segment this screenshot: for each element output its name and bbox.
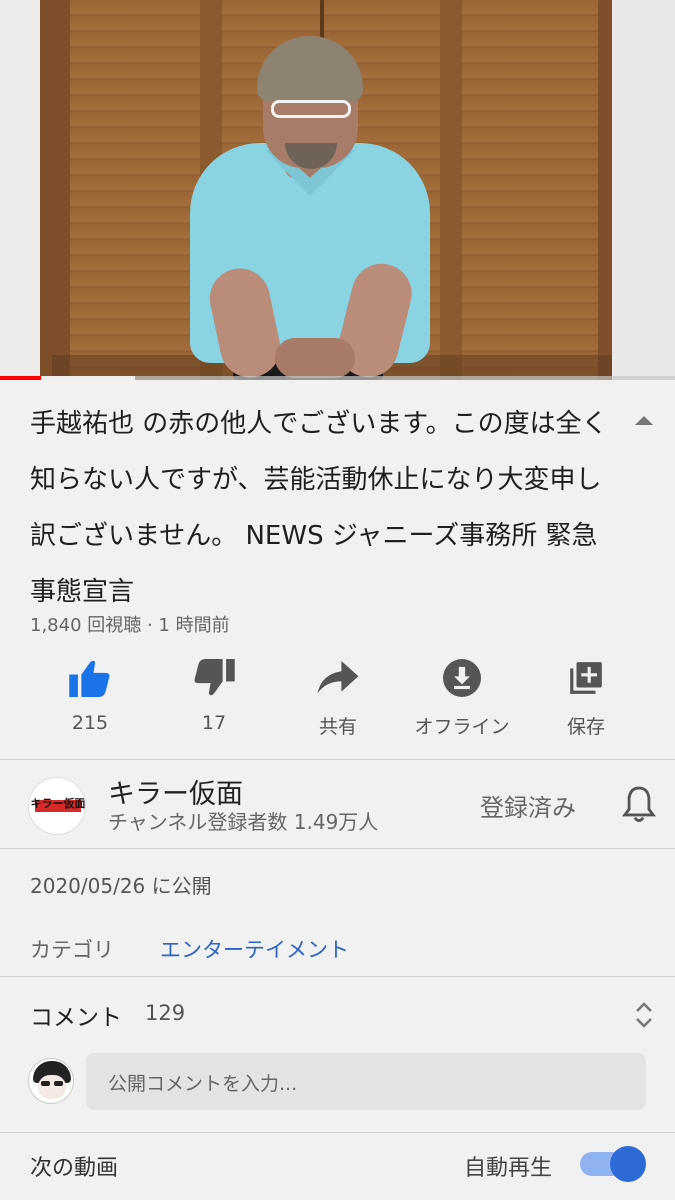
playlist-add-icon [564,656,608,700]
video-frame-door-stile [440,0,462,380]
channel-avatar-logo: キラー仮面 [30,797,86,810]
divider [0,976,675,977]
share-arrow-icon [316,656,360,700]
channel-avatar[interactable]: キラー仮面 [28,777,86,835]
view-meta: 1,840 回視聴 · 1 時間前 [30,615,230,636]
like-button[interactable]: 215 [28,656,152,746]
user-avatar-face [38,1075,66,1099]
person-hair [257,36,363,102]
share-label: 共有 [318,716,357,738]
divider [0,848,675,849]
save-button[interactable]: 保存 [524,656,648,746]
publish-date: 2020/05/26 に公開 [30,874,212,898]
person-hands [275,338,355,378]
channel-subscriber-count: チャンネル登録者数 1.49万人 [108,810,379,834]
video-frame-person [185,36,435,380]
comment-input[interactable]: 公開コメントを入力... [86,1053,646,1110]
up-next-label: 次の動画 [30,1156,119,1181]
category-label: カテゴリ [30,938,114,962]
progress-played [0,376,41,380]
save-label: 保存 [566,716,605,738]
video-frame-door-frame [40,0,70,380]
user-avatar-eye [41,1081,50,1086]
video-player[interactable] [0,0,675,380]
action-bar: 215 17 共有 オフライン 保存 [28,656,648,746]
comments-count: 129 [145,1001,186,1025]
subscribed-button[interactable]: 登録済み [480,788,576,823]
dislike-button[interactable]: 17 [152,656,276,746]
divider [0,759,675,760]
bell-icon[interactable] [622,785,656,825]
user-avatar-eye [54,1081,63,1086]
divider [0,1132,675,1133]
progress-buffered [40,376,135,380]
category-link[interactable]: エンターテイメント [160,934,349,964]
like-count: 215 [71,712,109,734]
expand-collapse-icon[interactable] [634,1000,654,1030]
comments-heading[interactable]: コメント [30,998,122,1032]
offline-label: オフライン [414,716,510,738]
thumbs-down-icon [192,656,236,700]
video-frame-wall [612,0,675,380]
autoplay-toggle-knob[interactable] [610,1146,646,1182]
offline-button[interactable]: オフライン [400,656,524,746]
user-avatar[interactable] [28,1058,74,1104]
share-button[interactable]: 共有 [276,656,400,746]
dislike-count: 17 [201,712,227,734]
video-title[interactable]: 手越祐也 の赤の他人でございます。この度は全く知らない人ですが、芸能活動休止にな… [30,396,620,620]
collapse-icon[interactable] [635,416,653,425]
person-glasses [271,100,351,118]
thumbs-up-icon [68,656,112,700]
download-icon [440,656,484,700]
autoplay-label: 自動再生 [464,1156,553,1181]
